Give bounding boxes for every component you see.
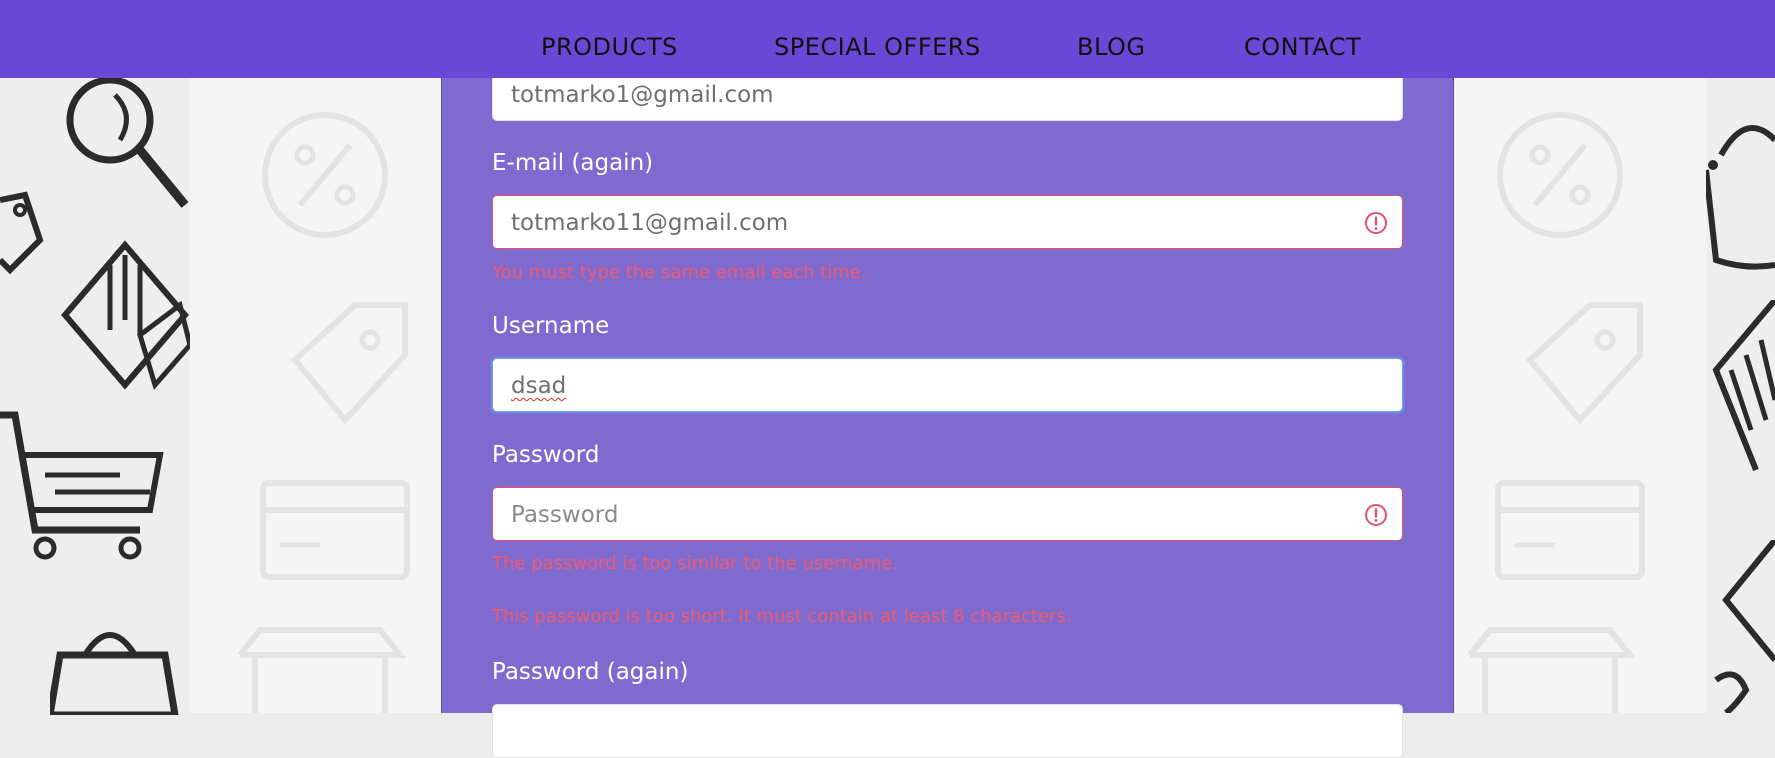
password-again-field[interactable] xyxy=(492,704,1403,758)
password-placeholder: Password xyxy=(511,502,619,528)
password-error-too-short: This password is too short. It must cont… xyxy=(492,606,1072,627)
tag-icon xyxy=(275,300,415,440)
tag-icon xyxy=(1706,300,1775,480)
email-again-label: E-mail (again) xyxy=(492,150,654,176)
password-label: Password xyxy=(492,442,600,468)
password-again-label: Password (again) xyxy=(492,659,689,685)
nav-link-contact[interactable]: CONTACT xyxy=(1244,33,1361,61)
top-navbar: PRODUCTS SPECIAL OFFERS BLOG CONTACT xyxy=(0,0,1775,78)
username-value: dsad xyxy=(511,373,567,399)
credit-card-icon xyxy=(1495,480,1645,580)
registration-form: totmarko1@gmail.com E-mail (again) totma… xyxy=(441,0,1454,758)
password-error-similar: The password is too similar to the usern… xyxy=(492,553,899,574)
password-field[interactable]: Password xyxy=(492,487,1403,541)
laptop-icon xyxy=(60,235,190,405)
laptop-icon xyxy=(1706,540,1775,713)
email-again-error: You must type the same email each time. xyxy=(492,262,867,283)
shopping-bag-icon xyxy=(1706,110,1775,270)
credit-card-icon xyxy=(260,480,410,580)
tag-icon xyxy=(0,190,50,280)
alert-circle-icon xyxy=(1365,212,1387,234)
percent-icon xyxy=(1495,110,1625,240)
cart-icon xyxy=(0,410,170,560)
nav-link-blog[interactable]: BLOG xyxy=(1077,33,1145,61)
percent-icon xyxy=(260,110,390,240)
email-value: totmarko1@gmail.com xyxy=(511,82,774,108)
store-icon xyxy=(235,625,405,713)
username-field[interactable]: dsad xyxy=(492,358,1403,412)
username-label: Username xyxy=(492,313,610,339)
email-again-field[interactable]: totmarko11@gmail.com xyxy=(492,195,1403,249)
tag-icon xyxy=(1510,300,1650,440)
nav-link-products[interactable]: PRODUCTS xyxy=(541,33,678,61)
alert-circle-icon xyxy=(1365,504,1387,526)
store-icon xyxy=(1465,625,1635,713)
magnifier-icon xyxy=(60,70,190,220)
email-again-value: totmarko11@gmail.com xyxy=(511,210,789,236)
nav-link-special-offers[interactable]: SPECIAL OFFERS xyxy=(774,33,981,61)
shopping-bag-icon xyxy=(50,615,180,715)
